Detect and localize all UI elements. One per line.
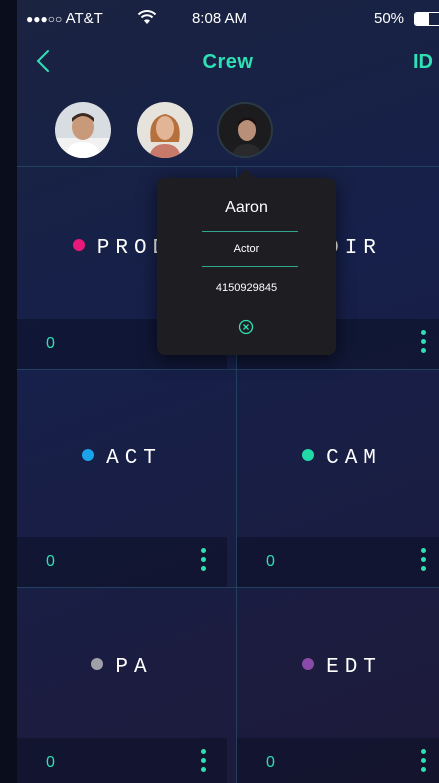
page-title: Crew [202, 51, 254, 73]
person-photo-icon [219, 104, 271, 156]
category-dot-icon [91, 658, 104, 671]
category-dot-icon [82, 449, 95, 462]
member-role: Actor [233, 243, 260, 255]
crew-count: 0 [266, 754, 275, 771]
popover-divider [202, 266, 298, 267]
crew-count: 0 [46, 335, 55, 352]
crew-avatars-row [17, 94, 439, 166]
cell-footer-edt: 0 [237, 738, 439, 783]
more-vertical-icon[interactable] [197, 749, 209, 777]
more-vertical-icon[interactable] [197, 548, 209, 576]
nav-bar: Crew ID [17, 38, 439, 94]
battery-fill [415, 13, 429, 25]
left-edge-strip [0, 0, 17, 783]
person-photo-icon [137, 102, 193, 158]
popover-arrow [236, 169, 256, 179]
category-label: ACT [17, 447, 227, 470]
category-dot-icon [72, 239, 85, 252]
battery-percent: 50% [374, 10, 405, 27]
more-vertical-icon[interactable] [417, 330, 429, 358]
avatar-aaron[interactable] [217, 102, 273, 158]
member-phone[interactable]: 4150929845 [157, 282, 336, 294]
status-bar: ●●●○○ AT&T 8:08 AM 50% [0, 0, 439, 38]
cell-footer-act: 0 [17, 537, 227, 587]
category-label: CAM [237, 447, 439, 470]
close-circle-icon[interactable] [238, 319, 254, 335]
crew-member-popover: Aaron Actor 4150929845 [157, 169, 336, 355]
crew-count: 0 [46, 553, 55, 570]
more-vertical-icon[interactable] [417, 548, 429, 576]
crew-count: 0 [46, 754, 55, 771]
avatar-crew-member-2[interactable] [137, 102, 193, 158]
battery-icon [414, 12, 439, 26]
popover-divider [202, 231, 298, 232]
category-dot-icon [302, 449, 315, 462]
cell-footer-pa: 0 [17, 738, 227, 783]
cell-footer-cam: 0 [237, 537, 439, 587]
id-button[interactable]: ID [413, 51, 433, 74]
category-label: EDT [237, 656, 439, 679]
person-photo-icon [55, 102, 111, 158]
avatar-crew-member-1[interactable] [55, 102, 111, 158]
crew-count: 0 [266, 553, 275, 570]
member-name: Aaron [225, 199, 268, 216]
category-label: PA [17, 656, 227, 679]
more-vertical-icon[interactable] [417, 749, 429, 777]
category-dot-icon [302, 658, 315, 671]
